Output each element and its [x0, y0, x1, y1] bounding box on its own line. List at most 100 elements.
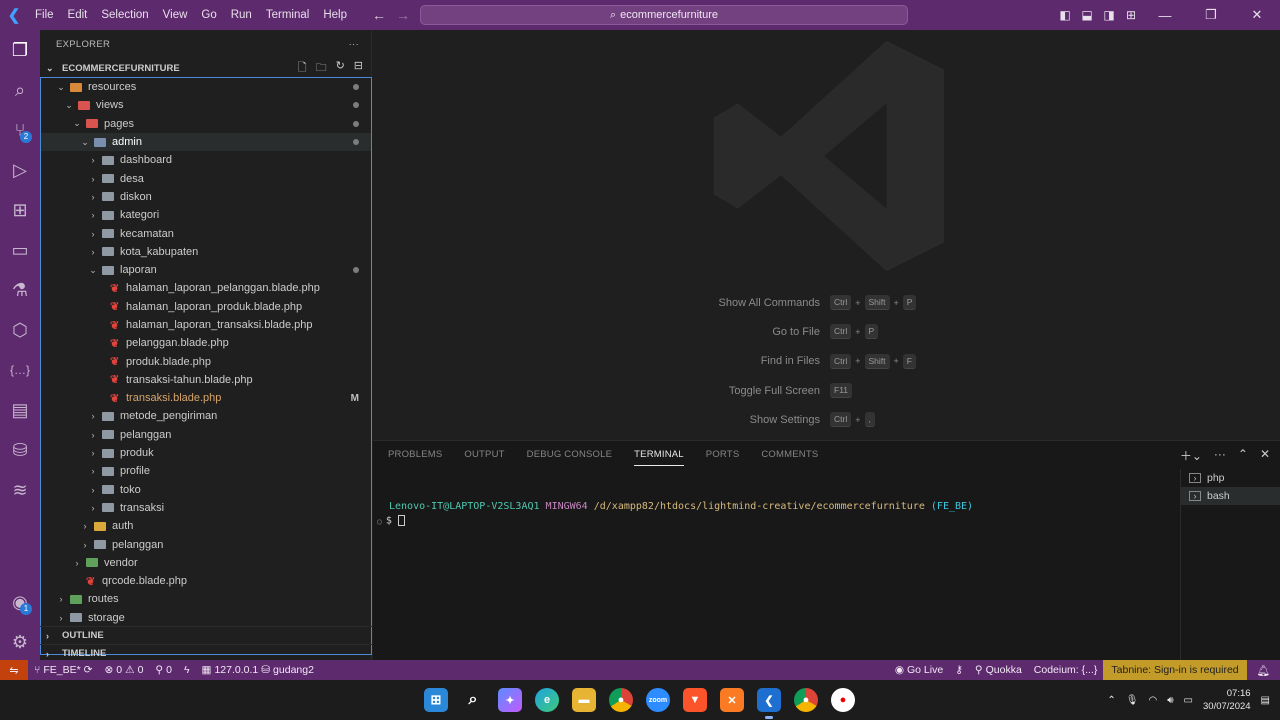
tabnine-status[interactable]: Tabnine: Sign-in is required [1103, 660, 1247, 680]
more-actions-icon[interactable]: ··· [1214, 447, 1226, 464]
db-host-status[interactable]: ▦ 127.0.0.1 ⛁ gudang2 [196, 664, 320, 676]
back-arrow-icon[interactable]: ← [372, 7, 386, 23]
clock[interactable]: 07:16 30/07/2024 [1203, 687, 1251, 713]
microphone-icon[interactable]: 🎙︎ [1126, 695, 1139, 706]
tree-file-item[interactable]: ❦ transaksi-tahun.blade.php [41, 371, 371, 389]
chrome-profile-icon[interactable]: ● [794, 688, 818, 712]
ports-status[interactable]: ⚲ 0 [149, 664, 178, 676]
menu-run[interactable]: Run [224, 0, 259, 30]
forward-arrow-icon[interactable]: → [396, 7, 410, 23]
toggle-panel-icon[interactable]: ⬓ [1076, 8, 1098, 22]
database-icon[interactable]: ⛁ [0, 430, 40, 470]
menu-view[interactable]: View [156, 0, 195, 30]
tree-folder-item[interactable]: ⌄ laporan [41, 261, 371, 279]
tree-folder-item[interactable]: › diskon [41, 188, 371, 206]
more-actions-icon[interactable]: ··· [349, 39, 359, 50]
windows-start-icon[interactable]: ⊞ [424, 688, 448, 712]
menu-edit[interactable]: Edit [61, 0, 95, 30]
tree-file-item[interactable]: ❦ halaman_laporan_transaksi.blade.php [41, 316, 371, 334]
vscode-icon[interactable]: ❮ [757, 688, 781, 719]
search-icon[interactable]: ⌕ [0, 70, 40, 110]
new-folder-icon[interactable]: 🗀 [316, 59, 327, 78]
battery-icon[interactable]: ▭ [1184, 695, 1193, 706]
tree-folder-item[interactable]: › kategori [41, 206, 371, 224]
shortcut-row[interactable]: Show Settings Ctrl +, [373, 405, 1280, 434]
maximize-panel-icon[interactable]: ⌃ [1238, 447, 1248, 464]
account-icon[interactable]: ◉ 1 [0, 582, 40, 622]
menu-selection[interactable]: Selection [94, 0, 155, 30]
edge-icon[interactable]: e [535, 688, 559, 712]
tree-folder-item[interactable]: › pelanggan [41, 535, 371, 553]
xampp-icon[interactable]: ✕ [720, 688, 744, 712]
panel-tab-problems[interactable]: PROBLEMS [388, 449, 442, 466]
settings-gear-icon[interactable]: ⚙ [0, 622, 40, 662]
outline-section[interactable]: › OUTLINE [40, 626, 372, 644]
branch-status[interactable]: ⑂ FE_BE* ⟳ [28, 664, 98, 676]
terminal-item-bash[interactable]: › bash [1181, 487, 1280, 505]
testing-icon[interactable]: ⚗ [0, 270, 40, 310]
source-control-icon[interactable]: ⑂ 2 [0, 110, 40, 150]
problems-status[interactable]: ⊗ 0 ⚠ 0 [98, 664, 149, 676]
tree-folder-item[interactable]: › auth [41, 517, 371, 535]
zoom-icon[interactable]: zoom [646, 688, 670, 712]
tray-chevron-up-icon[interactable]: ⌃ [1107, 695, 1115, 706]
tree-folder-item[interactable]: › desa [41, 169, 371, 187]
json-icon[interactable]: {…} [0, 350, 40, 390]
command-center[interactable]: ⌕ ecommercefurniture [420, 5, 908, 25]
tree-folder-item[interactable]: › toko [41, 481, 371, 499]
tree-file-item[interactable]: ❦ transaksi.blade.php M [41, 389, 371, 407]
tree-folder-item[interactable]: › vendor [41, 554, 371, 572]
tree-folder-item[interactable]: › profile [41, 462, 371, 480]
toggle-sidebar-icon[interactable]: ◧ [1054, 8, 1076, 22]
tree-folder-item[interactable]: › dashboard [41, 151, 371, 169]
layers-icon[interactable]: ≋ [0, 470, 40, 510]
tree-file-item[interactable]: ❦ halaman_laporan_produk.blade.php [41, 298, 371, 316]
panel-tab-terminal[interactable]: TERMINAL [634, 449, 684, 466]
tree-folder-item[interactable]: › kota_kabupaten [41, 243, 371, 261]
close-button[interactable]: ✕ [1234, 7, 1280, 23]
panel-tab-debug-console[interactable]: DEBUG CONSOLE [527, 449, 612, 466]
menu-go[interactable]: Go [194, 0, 223, 30]
tree-folder-item[interactable]: ⌄ admin [41, 132, 371, 152]
go-live-button[interactable]: ◉ Go Live [889, 664, 949, 676]
shortcut-row[interactable]: Find in Files Ctrl + Shift + F [373, 347, 1280, 376]
customize-layout-icon[interactable]: ⊞ [1120, 8, 1142, 22]
refresh-icon[interactable]: ↻ [336, 59, 345, 78]
explorer-icon[interactable]: ❐ [0, 30, 40, 70]
run-debug-icon[interactable]: ▷ [0, 150, 40, 190]
new-file-icon[interactable]: 🗋 [298, 59, 307, 78]
tree-file-item[interactable]: ❦ produk.blade.php [41, 352, 371, 370]
deploy-icon[interactable]: ⬡ [0, 310, 40, 350]
menu-file[interactable]: File [28, 0, 61, 30]
search-icon[interactable]: ⌕ [461, 688, 485, 712]
volume-icon[interactable]: 🔊︎ [1167, 695, 1173, 706]
brave-icon[interactable]: ▼ [683, 688, 707, 712]
notifications-bell-icon[interactable]: 🔔︎ [1247, 664, 1280, 677]
menu-help[interactable]: Help [316, 0, 354, 30]
minimize-button[interactable]: — [1142, 8, 1188, 23]
record-icon[interactable]: ● [831, 688, 855, 712]
new-terminal-icon[interactable]: ＋⌄ [1180, 447, 1202, 464]
tree-folder-item[interactable]: › storage [41, 609, 371, 627]
tree-folder-item[interactable]: › kecamatan [41, 224, 371, 242]
tree-folder-item[interactable]: › transaksi [41, 499, 371, 517]
tree-folder-item[interactable]: › routes [41, 590, 371, 608]
shortcut-row[interactable]: Toggle Full Screen F11 [373, 376, 1280, 405]
wifi-icon[interactable]: ◠ [1149, 695, 1158, 706]
remote-indicator-icon[interactable]: ⇋ [0, 660, 28, 680]
terminal-input-line[interactable]: ○ $ [377, 515, 405, 527]
tree-folder-item[interactable]: › produk [41, 444, 371, 462]
panel-tab-comments[interactable]: COMMENTS [761, 449, 818, 466]
tree-folder-item[interactable]: › pelanggan [41, 426, 371, 444]
menu-terminal[interactable]: Terminal [259, 0, 316, 30]
tree-folder-item[interactable]: › metode_pengiriman [41, 407, 371, 425]
terminal-item-php[interactable]: › php [1181, 469, 1280, 487]
tree-folder-item[interactable]: ⌄ views [41, 96, 371, 114]
chrome-icon[interactable]: ● [609, 688, 633, 712]
tree-file-item[interactable]: ❦ qrcode.blade.php [41, 572, 371, 590]
tree-folder-item[interactable]: ⌄ resources [41, 78, 371, 96]
extensions-icon[interactable]: ⊞ [0, 190, 40, 230]
tree-file-item[interactable]: ❦ pelanggan.blade.php [41, 334, 371, 352]
remote-explorer-icon[interactable]: ▭ [0, 230, 40, 270]
key-status[interactable]: ⚷ [949, 664, 969, 676]
